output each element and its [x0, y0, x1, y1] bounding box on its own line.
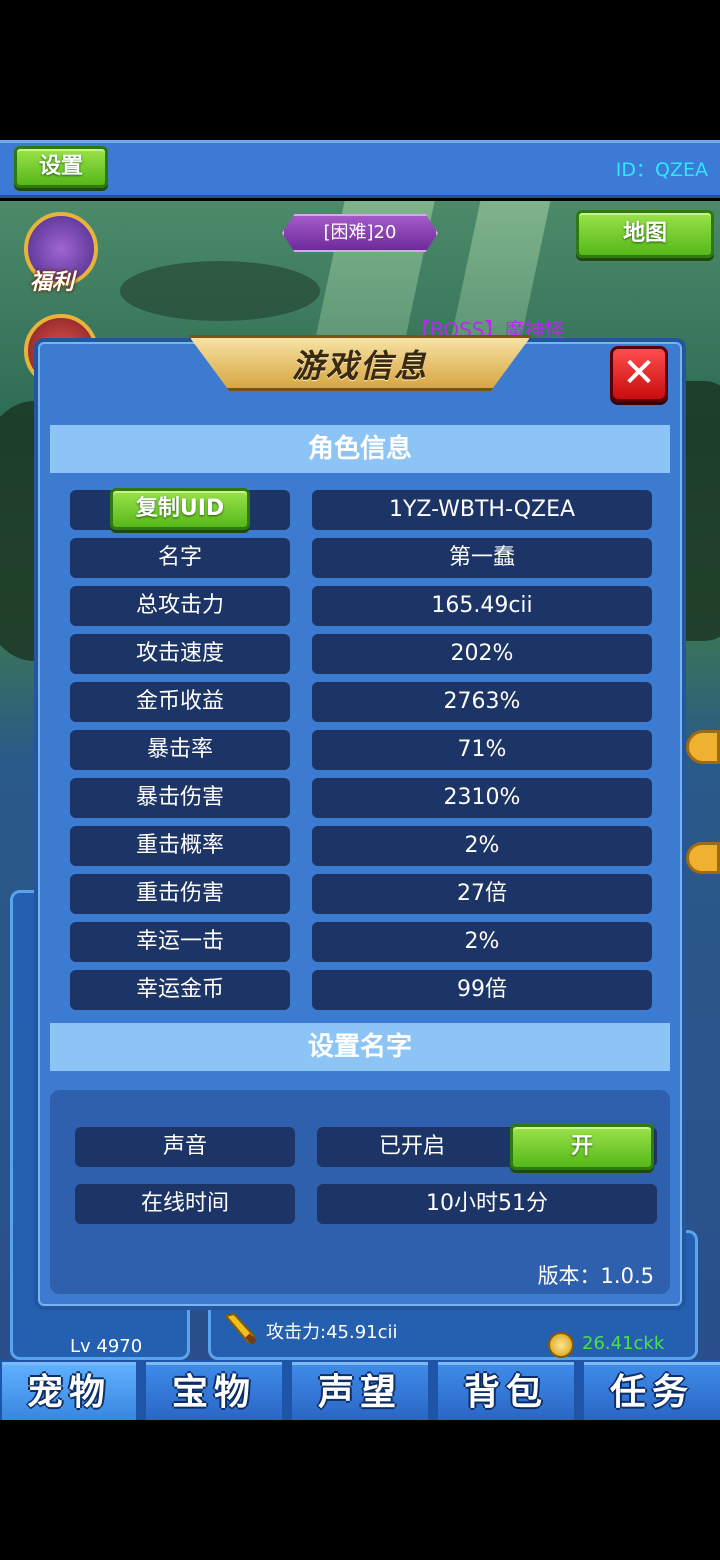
close-button[interactable]: ✕	[610, 346, 668, 402]
coin-icon	[548, 1332, 574, 1358]
pet-level: Lv 4970	[70, 1336, 143, 1357]
online-time-label: 在线时间	[75, 1184, 295, 1224]
stat-value: 2%	[312, 826, 652, 866]
set-name-button[interactable]: 设置名字	[50, 1023, 670, 1071]
stat-label: 暴击伤害	[70, 778, 290, 818]
stat-label: 名字	[70, 538, 290, 578]
settings-button[interactable]: 设置	[14, 146, 108, 188]
online-time-value: 10小时51分	[317, 1184, 657, 1224]
sword-icon	[224, 1312, 257, 1345]
stat-label: 重击概率	[70, 826, 290, 866]
stage-badge: [困难]20	[282, 214, 438, 252]
stat-value: 2%	[312, 922, 652, 962]
stat-label: 幸运一击	[70, 922, 290, 962]
tab-pets[interactable]: 宠物	[2, 1362, 136, 1420]
player-id: ID：QZEA	[615, 159, 708, 181]
role-info-header: 角色信息	[50, 425, 670, 473]
stat-label: 幸运金币	[70, 970, 290, 1010]
stat-value: 27倍	[312, 874, 652, 914]
map-button[interactable]: 地图	[576, 210, 714, 258]
sound-toggle-button[interactable]: 开	[510, 1124, 654, 1170]
top-bar	[0, 140, 720, 198]
stat-value: 165.49cii	[312, 586, 652, 626]
stat-label: 总攻击力	[70, 586, 290, 626]
stat-value: 202%	[312, 634, 652, 674]
stat-label: 金币收益	[70, 682, 290, 722]
copy-uid-button[interactable]: 复制UID	[110, 488, 250, 530]
stat-label: 重击伤害	[70, 874, 290, 914]
stat-value: 第一蠢	[312, 538, 652, 578]
close-icon: ✕	[622, 350, 656, 396]
dialog-title: 游戏信息	[291, 347, 428, 385]
side-button-right-2[interactable]	[686, 842, 720, 874]
uid-value: 1YZ-WBTH-QZEA	[312, 490, 652, 530]
stat-value: 2310%	[312, 778, 652, 818]
tab-treasure[interactable]: 宝物	[146, 1362, 282, 1420]
version-text: 版本：1.0.5	[537, 1264, 654, 1288]
stat-value: 71%	[312, 730, 652, 770]
sound-label: 声音	[75, 1127, 295, 1167]
tab-backpack[interactable]: 背包	[438, 1362, 574, 1420]
stat-label: 暴击率	[70, 730, 290, 770]
side-button-right[interactable]	[686, 730, 720, 764]
stat-value: 2763%	[312, 682, 652, 722]
coin-amount: 26.41ckk	[582, 1333, 665, 1354]
game-screen: Lv 4970 攻击力:45.91cii 26.41ckk 设置 ID：QZEA…	[0, 0, 720, 1560]
tab-quests[interactable]: 任务	[584, 1362, 720, 1420]
tab-reputation[interactable]: 声望	[292, 1362, 428, 1420]
welfare-label: 福利	[30, 270, 75, 295]
stat-label: 攻击速度	[70, 634, 290, 674]
stat-value: 99倍	[312, 970, 652, 1010]
sound-state: 已开启	[378, 1134, 445, 1159]
attack-power-text: 攻击力:45.91cii	[266, 1322, 398, 1343]
